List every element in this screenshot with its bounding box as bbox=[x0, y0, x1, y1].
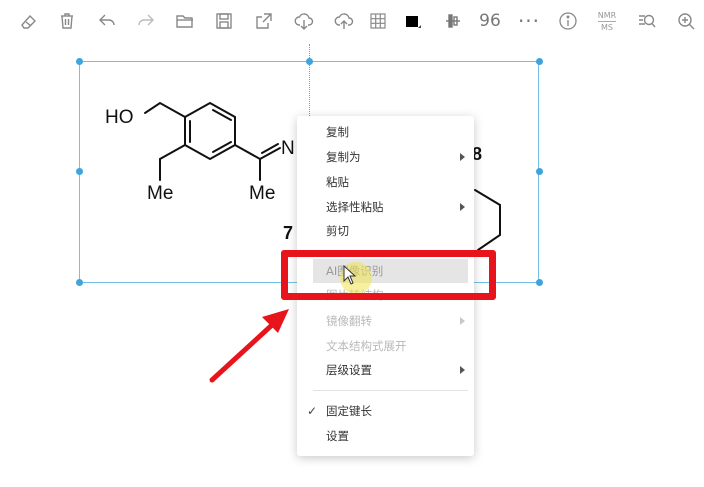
annotation-arrow-shaft bbox=[209, 322, 275, 383]
annotation-arrow bbox=[209, 309, 289, 383]
